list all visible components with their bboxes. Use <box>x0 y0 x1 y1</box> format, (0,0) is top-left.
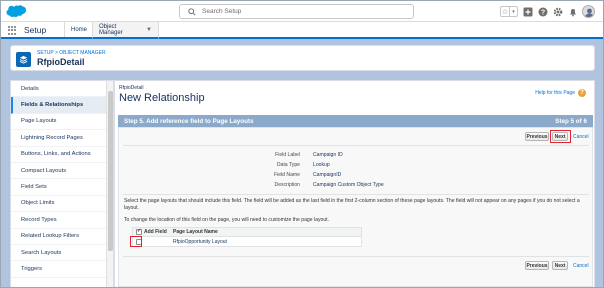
layers-icon <box>16 52 31 67</box>
search-placeholder: Search Setup <box>202 8 242 15</box>
app-name: Setup <box>24 25 47 35</box>
main-content: RfpioDetail New Relationship Help for th… <box>114 80 595 287</box>
add-field-header: Add Field <box>133 228 169 235</box>
data-type-value: Lookup <box>313 162 330 168</box>
sidebar-item-object-limits[interactable]: Object Limits <box>11 196 113 213</box>
divider <box>123 145 589 146</box>
divider <box>123 194 589 195</box>
field-name-value: CampaignID <box>313 172 342 178</box>
page-title: RfpioDetail <box>37 57 85 67</box>
next-button-bottom[interactable]: Next <box>552 261 568 270</box>
tab-home[interactable]: Home <box>64 22 93 37</box>
highlight-layout-checkbox <box>130 236 142 247</box>
help-link[interactable]: Help for this Page ? <box>535 89 586 97</box>
cancel-link-top[interactable]: Cancel <box>573 134 589 140</box>
select-all-checkbox[interactable] <box>136 228 142 235</box>
avatar[interactable] <box>582 5 595 18</box>
help-link-label[interactable]: Help for this Page <box>535 90 575 96</box>
previous-button-top[interactable]: Previous <box>525 132 549 141</box>
sidebar-item-record-types[interactable]: Record Types <box>11 212 113 229</box>
help-icon[interactable]: ? <box>537 6 548 17</box>
add-field-header-label: Add Field <box>144 229 167 235</box>
scrollbar-thumb[interactable] <box>108 91 113 251</box>
star-icon[interactable]: ☆ <box>501 7 509 16</box>
sidebar-item-related-lookup-filters[interactable]: Related Lookup Filters <box>11 229 113 245</box>
tab-object-manager-label: Object Manager <box>99 23 123 36</box>
app-window: Search Setup ☆ ▾ ? Setup Home Object Man… <box>0 0 604 288</box>
page-heading: New Relationship <box>119 92 205 104</box>
layout-name-cell: RfpioOpportunity Layout <box>173 238 227 245</box>
field-label-value: Campaign ID <box>313 152 343 158</box>
data-type-label: Data Type <box>276 162 300 168</box>
description-label: Description <box>274 182 300 188</box>
object-name: RfpioDetail <box>119 85 144 91</box>
sidebar-item-page-layouts[interactable]: Page Layouts <box>11 114 113 131</box>
layout-name-header: Page Layout Name <box>173 229 218 235</box>
search-input[interactable]: Search Setup <box>179 4 414 19</box>
plus-icon[interactable] <box>522 6 533 17</box>
instructions-text-2: To change the location of this field on … <box>124 217 330 223</box>
step-counter: Step 5 of 6 <box>555 117 587 125</box>
help-icon[interactable]: ? <box>578 89 586 97</box>
search-icon <box>188 8 196 16</box>
cancel-link-bottom[interactable]: Cancel <box>573 263 589 269</box>
bell-icon[interactable] <box>567 6 578 17</box>
previous-button-bottom[interactable]: Previous <box>525 261 549 270</box>
sidebar-item-field-sets[interactable]: Field Sets <box>11 179 113 196</box>
table-header: Add Field Page Layout Name <box>133 228 361 237</box>
step-title: Step 5. Add reference field to Page Layo… <box>124 117 254 125</box>
salesforce-logo-icon[interactable] <box>6 5 26 19</box>
chevron-down-icon[interactable]: ▼ <box>146 27 152 33</box>
page-layouts-table: Add Field Page Layout Name RfpioOpportun… <box>132 227 362 247</box>
sidebar-item-compact-layouts[interactable]: Compact Layouts <box>11 163 113 180</box>
table-row: RfpioOpportunity Layout <box>133 237 361 246</box>
tab-object-manager[interactable]: Object Manager ▼ <box>92 22 159 39</box>
sidebar-item-lightning-record-pages[interactable]: Lightning Record Pages <box>11 130 113 147</box>
app-launcher-icon[interactable] <box>8 26 17 35</box>
highlight-next-button <box>550 130 571 143</box>
field-label-label: Field Label <box>275 152 300 158</box>
description-value: Campaign Custom Object Type <box>313 182 384 188</box>
sidebar-item-fields-relationships[interactable]: Fields & Relationships <box>11 97 113 114</box>
field-name-label: Field Name <box>273 172 300 178</box>
step-body: Previous Next Cancel Field Label Campaig… <box>118 127 593 287</box>
field-row: Data Type Lookup <box>119 162 589 170</box>
sidebar-item-triggers[interactable]: Triggers <box>11 261 113 278</box>
sidebar-item-search-layouts[interactable]: Search Layouts <box>11 245 113 262</box>
object-header: SETUP > OBJECT MANAGER RfpioDetail <box>10 45 595 71</box>
app-nav-bar: Setup Home Object Manager ▼ <box>1 22 603 39</box>
divider <box>123 256 589 257</box>
header-icons: ☆ ▾ ? <box>500 4 595 19</box>
instructions-text: Select the page layouts that should incl… <box>124 198 580 211</box>
field-row: Description Campaign Custom Object Type <box>119 182 589 190</box>
sidebar: Details Fields & Relationships Page Layo… <box>10 80 114 287</box>
field-row: Field Label Campaign ID <box>119 152 589 160</box>
field-row: Field Name CampaignID <box>119 172 589 180</box>
sidebar-scrollbar[interactable] <box>106 81 113 287</box>
svg-text:?: ? <box>540 9 544 16</box>
breadcrumb[interactable]: SETUP > OBJECT MANAGER <box>37 50 106 56</box>
step-header: Step 5. Add reference field to Page Layo… <box>118 115 593 127</box>
favorites-group[interactable]: ☆ ▾ <box>500 6 518 17</box>
gear-icon[interactable] <box>552 6 563 17</box>
global-header: Search Setup ☆ ▾ ? <box>1 1 603 22</box>
chevron-down-icon[interactable]: ▾ <box>509 7 517 16</box>
sidebar-item-details[interactable]: Details <box>11 81 113 98</box>
sidebar-item-buttons-links-actions[interactable]: Buttons, Links, and Actions <box>11 147 113 163</box>
